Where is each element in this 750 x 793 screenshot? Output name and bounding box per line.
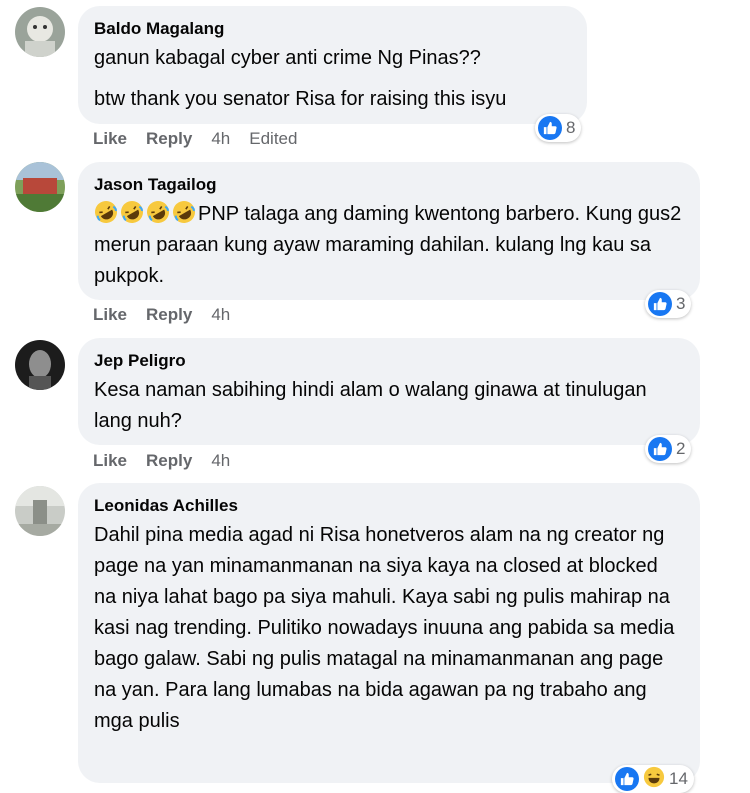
like-reaction-icon: [538, 116, 562, 140]
like-reaction-icon: [615, 767, 639, 791]
like-button[interactable]: Like: [93, 129, 127, 149]
reaction-summary[interactable]: 3: [645, 290, 692, 318]
reaction-count: 3: [676, 294, 686, 313]
reaction-summary[interactable]: 14: [612, 765, 694, 793]
like-reaction-icon: [648, 437, 672, 461]
comment-timestamp[interactable]: 4h: [211, 129, 230, 149]
reply-button[interactable]: Reply: [146, 129, 192, 149]
avatar[interactable]: [15, 162, 65, 212]
comment-text: PNP talaga ang daming kwentong barbero. …: [94, 199, 684, 292]
comment-bubble: Jason Tagailog PNP talaga ang daming kwe…: [78, 162, 700, 300]
comment-actions: Like Reply 4h: [93, 305, 230, 325]
comment-text: Kesa naman sabihing hindi alam o walang …: [94, 379, 647, 432]
avatar[interactable]: [15, 486, 65, 536]
avatar[interactable]: [15, 340, 65, 390]
like-button[interactable]: Like: [93, 305, 127, 325]
comment-bubble: Leonidas Achilles Dahil pina media agad …: [78, 483, 700, 783]
avatar[interactable]: [15, 7, 65, 57]
rofl-emoji-icon: [173, 201, 195, 223]
comment-bubble: Baldo Magalang ganun kabagal cyber anti …: [78, 6, 587, 124]
edited-label[interactable]: Edited: [249, 129, 297, 149]
reaction-summary[interactable]: 8: [535, 114, 582, 142]
comment-line: ganun kabagal cyber anti crime Ng Pinas?…: [94, 47, 481, 69]
comment-author[interactable]: Jason Tagailog: [94, 174, 684, 196]
reply-button[interactable]: Reply: [146, 305, 192, 325]
reply-button[interactable]: Reply: [146, 451, 192, 471]
reaction-summary[interactable]: 2: [645, 435, 692, 463]
comment-line: btw thank you senator Risa for raising t…: [94, 88, 507, 110]
comment-actions: Like Reply 4h: [93, 451, 230, 471]
comment-timestamp[interactable]: 4h: [211, 305, 230, 325]
haha-reaction-icon: [643, 766, 665, 793]
comment-author[interactable]: Leonidas Achilles: [94, 495, 684, 517]
rofl-emoji-icon: [147, 201, 169, 223]
comment-text: Dahil pina media agad ni Risa honetveros…: [94, 524, 675, 732]
rofl-emoji-icon: [121, 201, 143, 223]
comment-actions: Like Reply 4h Edited: [93, 129, 297, 149]
comment-text: ganun kabagal cyber anti crime Ng Pinas?…: [94, 43, 571, 115]
comment-timestamp[interactable]: 4h: [211, 451, 230, 471]
reaction-count: 14: [669, 769, 688, 788]
reaction-count: 8: [566, 118, 576, 137]
like-button[interactable]: Like: [93, 451, 127, 471]
comment-bubble: Jep Peligro Kesa naman sabihing hindi al…: [78, 338, 700, 445]
like-reaction-icon: [648, 292, 672, 316]
reaction-count: 2: [676, 439, 686, 458]
comment-author[interactable]: Jep Peligro: [94, 350, 684, 372]
rofl-emoji-icon: [94, 201, 198, 225]
comment-author[interactable]: Baldo Magalang: [94, 18, 571, 40]
rofl-emoji-icon: [95, 201, 117, 223]
